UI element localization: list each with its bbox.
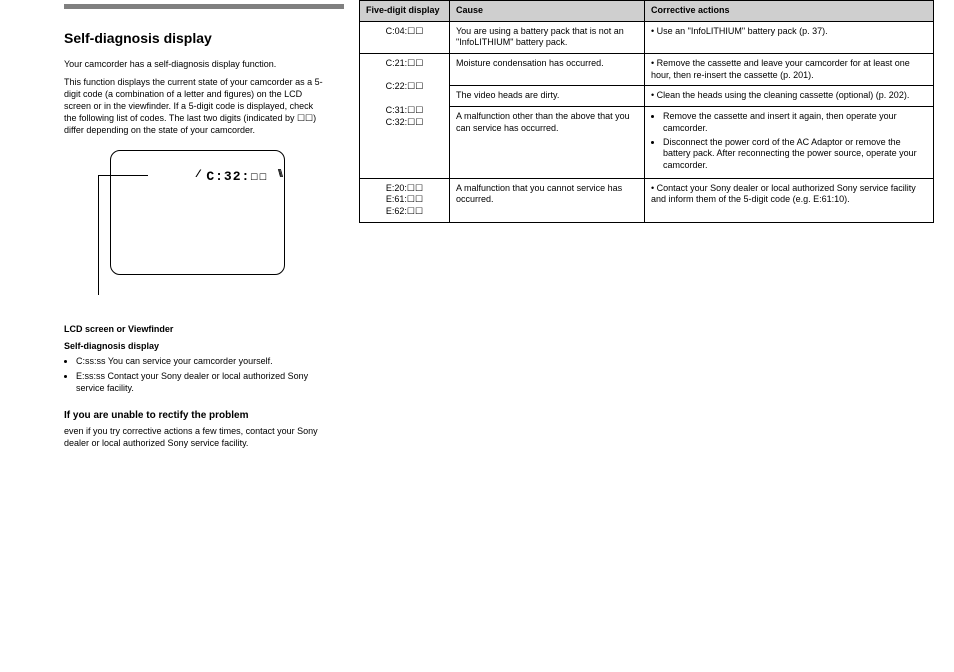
diagnosis-table: Five-digit display Cause Corrective acti…: [359, 0, 934, 223]
cell-code: C:21:☐☐C:22:☐☐C:31:☐☐C:32:☐☐: [360, 54, 450, 179]
code-display: C:32:☐☐: [206, 169, 268, 184]
cell-cause: The video heads are dirty.: [450, 86, 645, 107]
footnote-body: even if you try corrective actions a few…: [64, 425, 326, 449]
table-row: E:20:☐☐E:61:☐☐E:62:☐☐ A malfunction that…: [360, 178, 934, 222]
intro-2a: This function displays the current state…: [64, 77, 323, 123]
cell-action: Remove the cassette and insert it again,…: [645, 107, 934, 178]
intro-text-2: This function displays the current state…: [64, 76, 326, 137]
table-header-row: Five-digit display Cause Corrective acti…: [360, 1, 934, 22]
cell-action: • Clean the heads using the cleaning cas…: [645, 86, 934, 107]
col-cause: Cause: [450, 1, 645, 22]
footnote-heading: If you are unable to rectify the problem: [64, 410, 326, 421]
cell-action: • Contact your Sony dealer or local auth…: [645, 178, 934, 222]
lcd-figure: ⁄⁄⁄ C:32:☐☐ \\\: [98, 150, 288, 300]
cell-cause: You are using a battery pack that is not…: [450, 21, 645, 53]
intro-text-1: Your camcorder has a self-diagnosis disp…: [64, 58, 326, 70]
lcd-caption-block: Self-diagnosis display C:ss:ss You can s…: [64, 340, 326, 394]
cell-cause: Moisture condensation has occurred.: [450, 54, 645, 86]
cell-cause: A malfunction other than the above that …: [450, 107, 645, 178]
section-rule: [64, 4, 344, 9]
table-row: C:21:☐☐C:22:☐☐C:31:☐☐C:32:☐☐ Moisture co…: [360, 54, 934, 86]
cell-action: • Remove the cassette and leave your cam…: [645, 54, 934, 86]
action-bullet: Disconnect the power cord of the AC Adap…: [663, 137, 927, 172]
table-row: C:04:☐☐ You are using a battery pack tha…: [360, 21, 934, 53]
section-heading: Self-diagnosis display: [64, 30, 326, 48]
col-action: Corrective actions: [645, 1, 934, 22]
right-column: Five-digit display Cause Corrective acti…: [359, 0, 934, 223]
cell-cause: A malfunction that you cannot service ha…: [450, 178, 645, 222]
flash-right-icon: \\\: [278, 169, 281, 180]
lcd-caption-title: LCD screen or Viewfinder: [64, 324, 326, 334]
placeholder-squares: ☐☐: [297, 113, 313, 123]
cell-code: E:20:☐☐E:61:☐☐E:62:☐☐: [360, 178, 450, 222]
lcd-caption-sub: Self-diagnosis display: [64, 340, 326, 352]
footnote-block: If you are unable to rectify the problem…: [64, 410, 326, 449]
callout-line: [98, 175, 148, 295]
col-code: Five-digit display: [360, 1, 450, 22]
lcd-bullet: E:ss:ss Contact your Sony dealer or loca…: [76, 370, 326, 394]
cell-code: C:04:☐☐: [360, 21, 450, 53]
lcd-bullet: C:ss:ss You can service your camcorder y…: [76, 355, 326, 367]
left-column: Self-diagnosis display Your camcorder ha…: [64, 30, 326, 449]
cell-action: • Use an "InfoLITHIUM" battery pack (p. …: [645, 21, 934, 53]
action-bullet: Remove the cassette and insert it again,…: [663, 111, 927, 134]
